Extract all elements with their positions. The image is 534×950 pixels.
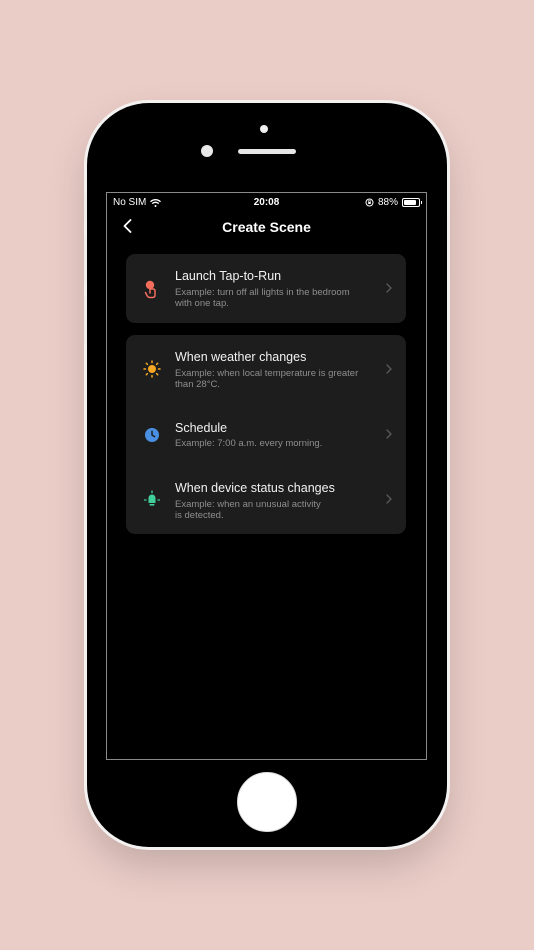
front-camera xyxy=(260,125,268,133)
nav-bar: Create Scene xyxy=(107,211,426,241)
app-screen: No SIM 20:08 88% Create Scene Launch Tap… xyxy=(106,192,427,760)
scene-desc-line1: Example: 7:00 a.m. every morning. xyxy=(175,438,323,449)
earpiece-speaker xyxy=(238,149,296,154)
scene-option-schedule[interactable]: Schedule Example: 7:00 a.m. every mornin… xyxy=(126,405,406,465)
chevron-right-icon xyxy=(384,363,394,375)
volume-down-button xyxy=(84,295,87,345)
scene-option-weather[interactable]: When weather changes Example: when local… xyxy=(126,335,406,405)
battery-icon xyxy=(402,198,422,207)
scene-desc-line1: Example: when an unusual activity xyxy=(175,499,321,510)
scene-option-tap-to-run[interactable]: Launch Tap-to-Run Example: turn off all … xyxy=(126,254,406,323)
tap-hand-icon xyxy=(142,279,162,299)
scene-title: Launch Tap-to-Run xyxy=(175,269,282,283)
chevron-right-icon xyxy=(384,282,394,294)
scene-desc-line2: with one tap. xyxy=(175,298,229,309)
scene-title: Schedule xyxy=(175,421,228,435)
scene-desc-line2: is detected. xyxy=(175,510,224,521)
home-button[interactable] xyxy=(237,772,297,832)
phone-frame: No SIM 20:08 88% Create Scene Launch Tap… xyxy=(84,103,450,847)
scene-title: When weather changes xyxy=(175,350,307,364)
battery-percent: 88% xyxy=(377,197,398,208)
power-button xyxy=(447,215,450,279)
clock-icon xyxy=(142,425,162,445)
chevron-right-icon xyxy=(384,428,394,440)
chevron-right-icon xyxy=(384,493,394,505)
battery-level xyxy=(404,200,417,205)
device-bulb-icon xyxy=(142,489,162,509)
scene-option-device-status[interactable]: When device status changes Example: when… xyxy=(126,465,406,534)
scene-desc-line1: Example: turn off all lights in the bedr… xyxy=(175,287,350,298)
scene-title: When device status changes xyxy=(175,481,335,495)
status-bar: No SIM 20:08 88% xyxy=(107,193,426,211)
mute-switch xyxy=(84,193,87,221)
scene-desc-line2: than 28°C. xyxy=(175,379,220,390)
volume-up-button xyxy=(84,235,87,285)
sun-icon xyxy=(142,359,162,379)
conditions-card: When weather changes Example: when local… xyxy=(126,335,406,534)
scene-desc-line1: Example: when local temperature is great… xyxy=(175,368,359,379)
rotation-lock-icon xyxy=(365,198,374,207)
page-title: Create Scene xyxy=(222,219,311,235)
tap-to-run-card: Launch Tap-to-Run Example: turn off all … xyxy=(126,254,406,323)
status-right: 88% xyxy=(365,197,422,208)
proximity-sensor xyxy=(201,145,213,157)
